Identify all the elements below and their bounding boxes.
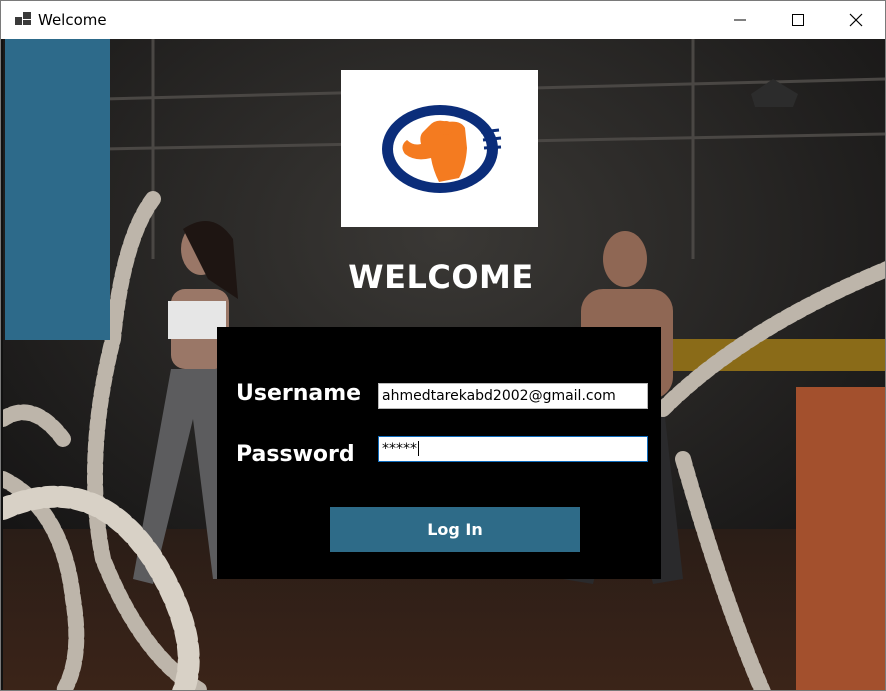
password-input[interactable]: *****	[378, 436, 648, 462]
title-bar: Welcome	[1, 1, 885, 39]
password-value: *****	[382, 441, 417, 457]
bodybuilder-logo-icon	[382, 105, 502, 193]
orange-accent-panel	[796, 387, 885, 690]
username-label: Username	[236, 381, 362, 406]
minimize-icon	[734, 19, 746, 21]
app-icon	[15, 12, 31, 26]
login-button[interactable]: Log In	[330, 507, 580, 552]
maximize-button[interactable]	[769, 1, 827, 39]
text-caret	[418, 441, 419, 456]
maximize-icon	[792, 14, 804, 26]
close-icon	[849, 13, 863, 27]
blue-accent-panel	[5, 39, 110, 340]
close-button[interactable]	[827, 1, 885, 39]
window-title: Welcome	[38, 11, 107, 29]
logo	[341, 70, 538, 227]
password-label: Password	[236, 442, 355, 467]
username-input[interactable]: ahmedtarekabd2002@gmail.com	[378, 383, 648, 409]
app-window: Welcome WELCOME Username ahmedtarekabd20…	[0, 0, 886, 691]
minimize-button[interactable]	[711, 1, 769, 39]
login-form: Username ahmedtarekabd2002@gmail.com Pas…	[217, 327, 661, 579]
welcome-heading: WELCOME	[348, 258, 534, 296]
